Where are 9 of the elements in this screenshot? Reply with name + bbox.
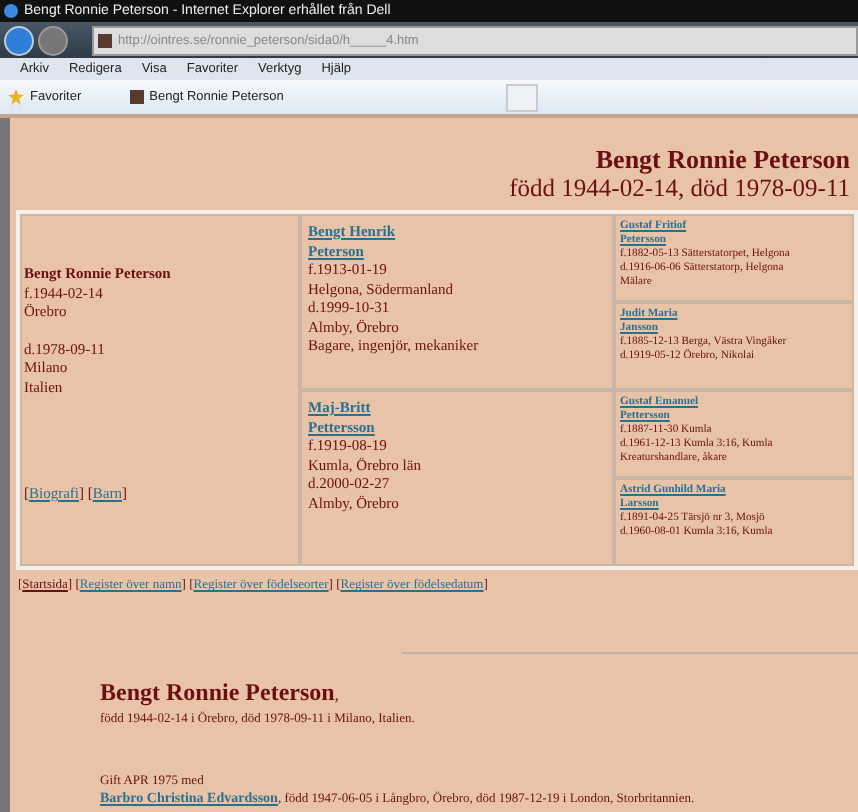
life-dates: född 1944-02-14, död 1978-09-11 — [507, 174, 850, 202]
site-icon — [129, 90, 144, 104]
biography-name: Bengt Ronnie Peterson — [100, 678, 335, 706]
page-heading: Bengt Ronnie Peterson — [593, 146, 850, 174]
forward-button[interactable] — [38, 25, 68, 55]
comma: , — [334, 686, 339, 704]
back-button[interactable] — [4, 25, 34, 55]
site-icon — [98, 33, 112, 47]
browser-logo-icon — [4, 4, 18, 18]
